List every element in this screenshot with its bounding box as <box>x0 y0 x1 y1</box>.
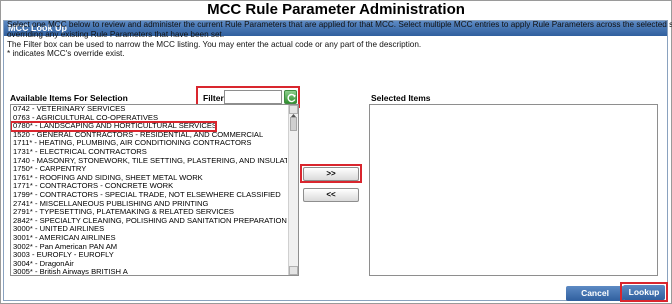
list-item[interactable]: 1799* - CONTRACTORS - SPECIAL TRADE, NOT… <box>11 191 287 200</box>
instructions: Select one MCC below to review and admin… <box>7 20 672 59</box>
available-items-label: Available Items For Selection <box>10 93 128 103</box>
list-item[interactable]: 3000* - UNITED AIRLINES <box>11 225 287 234</box>
instruction-line: Select one MCC below to review and admin… <box>7 20 672 29</box>
selected-items-label: Selected Items <box>371 93 431 103</box>
list-item[interactable]: 3003 - EUROFLY - EUROFLY <box>11 251 287 260</box>
list-item[interactable]: 3002* - Pan American PAN AM <box>11 243 287 252</box>
scroll-down-button[interactable] <box>289 266 298 275</box>
selected-items-list[interactable] <box>369 104 658 276</box>
list-item[interactable]: 2741* - MISCELLANEOUS PUBLISHING AND PRI… <box>11 200 287 209</box>
list-item[interactable]: 1740 - MASONRY, STONEWORK, TILE SETTING,… <box>11 157 287 166</box>
chevron-down-icon <box>290 273 297 276</box>
instruction-line: overriding any existing Rule Parameters … <box>7 29 225 39</box>
remove-selected-button[interactable]: << <box>303 188 359 202</box>
available-items-container: 0742 - VETERINARY SERVICES 0763 - AGRICUL… <box>11 105 287 275</box>
list-item[interactable]: 1761* - ROOFING AND SIDING, SHEET METAL … <box>11 174 287 183</box>
list-item[interactable]: 3004* - DragonAir <box>11 260 287 269</box>
list-item[interactable]: 1731* - ELECTRICAL CONTRACTORS <box>11 148 287 157</box>
list-item[interactable]: 1711* - HEATING, PLUMBING, AIR CONDITION… <box>11 139 287 148</box>
scroll-up-button[interactable] <box>289 105 298 117</box>
instruction-line: The Filter box can be used to narrow the… <box>7 39 422 49</box>
list-item[interactable]: 0742 - VETERINARY SERVICES <box>11 105 287 114</box>
page-title: MCC Rule Parameter Administration <box>207 1 465 18</box>
list-item[interactable]: 1771* - CONTRACTORS - CONCRETE WORK <box>11 182 287 191</box>
list-item[interactable]: 2842* - SPECIALTY CLEANING, POLISHING AN… <box>11 217 287 226</box>
list-item[interactable]: 3001* - AMERICAN AIRLINES <box>11 234 287 243</box>
refresh-button[interactable] <box>284 90 297 104</box>
lookup-button[interactable]: Lookup <box>623 285 665 300</box>
cancel-button[interactable]: Cancel <box>566 286 624 301</box>
list-item[interactable]: 2791* - TYPESETTING, PLATEMAKING & RELAT… <box>11 208 287 217</box>
add-selected-button[interactable]: >> <box>303 167 359 181</box>
list-item[interactable]: 0763 - AGRICULTURAL CO-OPERATIVES <box>11 114 287 123</box>
instruction-line: * indicates MCC's override exist. <box>7 49 125 59</box>
list-item[interactable]: 3005* - British Airways BRITISH A <box>11 268 287 275</box>
list-item[interactable]: 1750* - CARPENTRY <box>11 165 287 174</box>
list-scrollbar[interactable] <box>288 105 298 275</box>
scroll-thumb[interactable] <box>290 117 297 131</box>
list-item[interactable]: 1520 - GENERAL CONTRACTORS - RESIDENTIAL… <box>11 131 287 140</box>
list-item-selected[interactable]: 0780* - LANDSCAPING AND HORTICULTURAL SE… <box>11 121 217 132</box>
filter-input[interactable] <box>224 90 282 104</box>
available-items-list[interactable]: 0742 - VETERINARY SERVICES 0763 - AGRICUL… <box>10 104 299 276</box>
refresh-icon <box>287 93 296 103</box>
